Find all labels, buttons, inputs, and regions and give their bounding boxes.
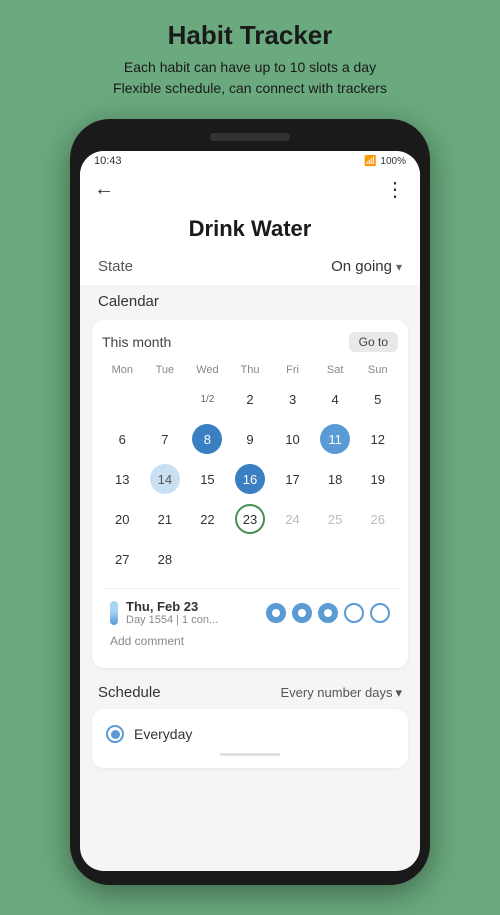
app-title: Habit Tracker <box>168 20 333 51</box>
cal-day-17[interactable]: 17 <box>272 460 313 498</box>
cal-day-5[interactable]: 5 <box>357 380 398 418</box>
cal-day-14[interactable]: 14 <box>145 460 186 498</box>
cal-day-16[interactable]: 16 <box>230 460 271 498</box>
cal-day-7[interactable]: 7 <box>145 420 186 458</box>
cal-day-9[interactable]: 9 <box>230 420 271 458</box>
cal-day-21[interactable]: 21 <box>145 500 186 538</box>
cal-day-18[interactable]: 18 <box>315 460 356 498</box>
schedule-dropdown[interactable]: Every number days ▾ <box>280 685 402 701</box>
cal-day-3[interactable]: 3 <box>272 380 313 418</box>
habit-dot-2[interactable] <box>292 603 312 623</box>
schedule-dropdown-arrow: ▾ <box>395 685 402 701</box>
add-comment[interactable]: Add comment <box>110 632 390 650</box>
cal-day-24: 24 <box>272 500 313 538</box>
calendar-card: This month Go to Mon Tue Wed Thu Fri Sat… <box>92 320 408 668</box>
cal-day-19[interactable]: 19 <box>357 460 398 498</box>
cal-empty-r5-6 <box>315 540 356 578</box>
page-title: Drink Water <box>80 208 420 254</box>
schedule-value-text: Every number days <box>280 685 392 700</box>
day-sub: Day 1554 | 1 con... <box>126 614 258 626</box>
cal-day-27[interactable]: 27 <box>102 540 143 578</box>
phone-shell: 10:43 📶 100% ← ⋮ Drink Water State On go… <box>70 119 430 885</box>
cal-day-2[interactable]: 2 <box>230 380 271 418</box>
cal-day-10[interactable]: 10 <box>272 420 313 458</box>
cal-day-1-2: 1/2 <box>200 382 214 416</box>
battery-text: 100% <box>380 156 406 167</box>
water-icon <box>110 601 118 625</box>
back-button[interactable]: ← <box>94 178 114 201</box>
day-date: Thu, Feb 23 <box>126 599 258 614</box>
day-header-tue: Tue <box>145 362 186 378</box>
day-header-mon: Mon <box>102 362 143 378</box>
cal-day-28[interactable]: 28 <box>145 540 186 578</box>
cal-day-11[interactable]: 11 <box>315 420 356 458</box>
habit-dot-1[interactable] <box>266 603 286 623</box>
day-header-sun: Sun <box>357 362 398 378</box>
status-time: 10:43 <box>94 155 122 167</box>
cal-empty-r5-5 <box>272 540 313 578</box>
cal-empty-r5-3 <box>187 540 228 578</box>
radio-everyday[interactable] <box>106 725 124 743</box>
cal-day-20[interactable]: 20 <box>102 500 143 538</box>
day-header-fri: Fri <box>272 362 313 378</box>
state-row: State On going ▾ <box>80 254 420 285</box>
habit-dot-4[interactable] <box>344 603 364 623</box>
day-header-wed: Wed <box>187 362 228 378</box>
state-value-text: On going <box>331 258 392 275</box>
schedule-label: Schedule <box>98 684 161 701</box>
cal-cell-empty-1 <box>102 380 143 418</box>
cal-day-23[interactable]: 23 <box>230 500 271 538</box>
cal-cell-1-2[interactable]: 1/2 <box>187 380 228 418</box>
day-detail: Thu, Feb 23 Day 1554 | 1 con... Add comm… <box>102 588 398 656</box>
cal-day-12[interactable]: 12 <box>357 420 398 458</box>
signal-icon: 📶 <box>364 156 376 167</box>
cal-day-13[interactable]: 13 <box>102 460 143 498</box>
calendar-grid: Mon Tue Wed Thu Fri Sat Sun 1/2 2 3 <box>102 362 398 578</box>
cal-day-6[interactable]: 6 <box>102 420 143 458</box>
top-nav: ← ⋮ <box>80 171 420 208</box>
status-right: 📶 100% <box>364 156 406 167</box>
phone-screen: 10:43 📶 100% ← ⋮ Drink Water State On go… <box>80 151 420 871</box>
state-dropdown-arrow: ▾ <box>396 260 402 274</box>
state-dropdown[interactable]: On going ▾ <box>331 258 402 275</box>
calendar-section-label: Calendar <box>80 285 420 314</box>
state-label: State <box>98 258 133 275</box>
day-header-thu: Thu <box>230 362 271 378</box>
day-header-sat: Sat <box>315 362 356 378</box>
schedule-divider <box>220 753 280 756</box>
schedule-everyday-label: Everyday <box>134 726 192 742</box>
app-subtitle: Each habit can have up to 10 slots a day… <box>113 57 387 99</box>
cal-day-26: 26 <box>357 500 398 538</box>
cal-cell-empty-2 <box>145 380 186 418</box>
cal-day-22[interactable]: 22 <box>187 500 228 538</box>
month-label: This month <box>102 334 171 350</box>
habit-dots <box>266 603 390 623</box>
more-button[interactable]: ⋮ <box>385 177 406 202</box>
cal-empty-r5-4 <box>230 540 271 578</box>
habit-dot-5[interactable] <box>370 603 390 623</box>
cal-day-15[interactable]: 15 <box>187 460 228 498</box>
radio-everyday-inner <box>111 730 120 739</box>
phone-notch <box>210 133 290 141</box>
status-bar: 10:43 📶 100% <box>80 151 420 171</box>
cal-day-4[interactable]: 4 <box>315 380 356 418</box>
cal-day-8[interactable]: 8 <box>187 420 228 458</box>
schedule-option-everyday[interactable]: Everyday <box>106 721 394 747</box>
schedule-card: Everyday <box>92 709 408 768</box>
calendar-header: This month Go to <box>102 332 398 352</box>
habit-dot-3[interactable] <box>318 603 338 623</box>
cal-empty-r5-7 <box>357 540 398 578</box>
goto-button[interactable]: Go to <box>349 332 398 352</box>
cal-day-25: 25 <box>315 500 356 538</box>
day-info: Thu, Feb 23 Day 1554 | 1 con... <box>126 599 258 626</box>
schedule-row: Schedule Every number days ▾ <box>80 674 420 705</box>
day-detail-row: Thu, Feb 23 Day 1554 | 1 con... <box>110 599 390 626</box>
